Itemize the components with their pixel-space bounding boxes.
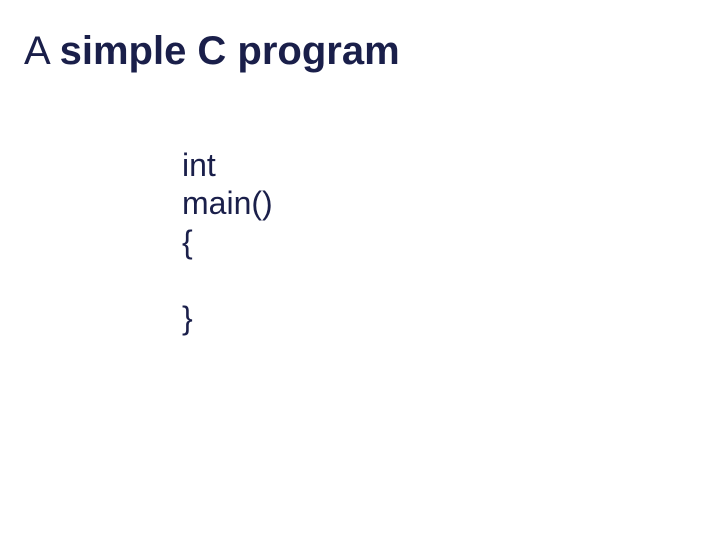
code-line-2: main() xyxy=(182,184,696,222)
code-line-1: int xyxy=(182,146,696,184)
title-prefix: A xyxy=(24,29,60,73)
code-line-4: } xyxy=(182,299,696,337)
title-bold: simple C program xyxy=(60,29,400,73)
slide-title: A simple C program xyxy=(24,28,696,74)
code-line-3: { xyxy=(182,223,696,261)
code-block: int main() { } xyxy=(182,146,696,338)
code-gap xyxy=(182,261,696,299)
slide: A simple C program int main() { } xyxy=(0,0,720,540)
